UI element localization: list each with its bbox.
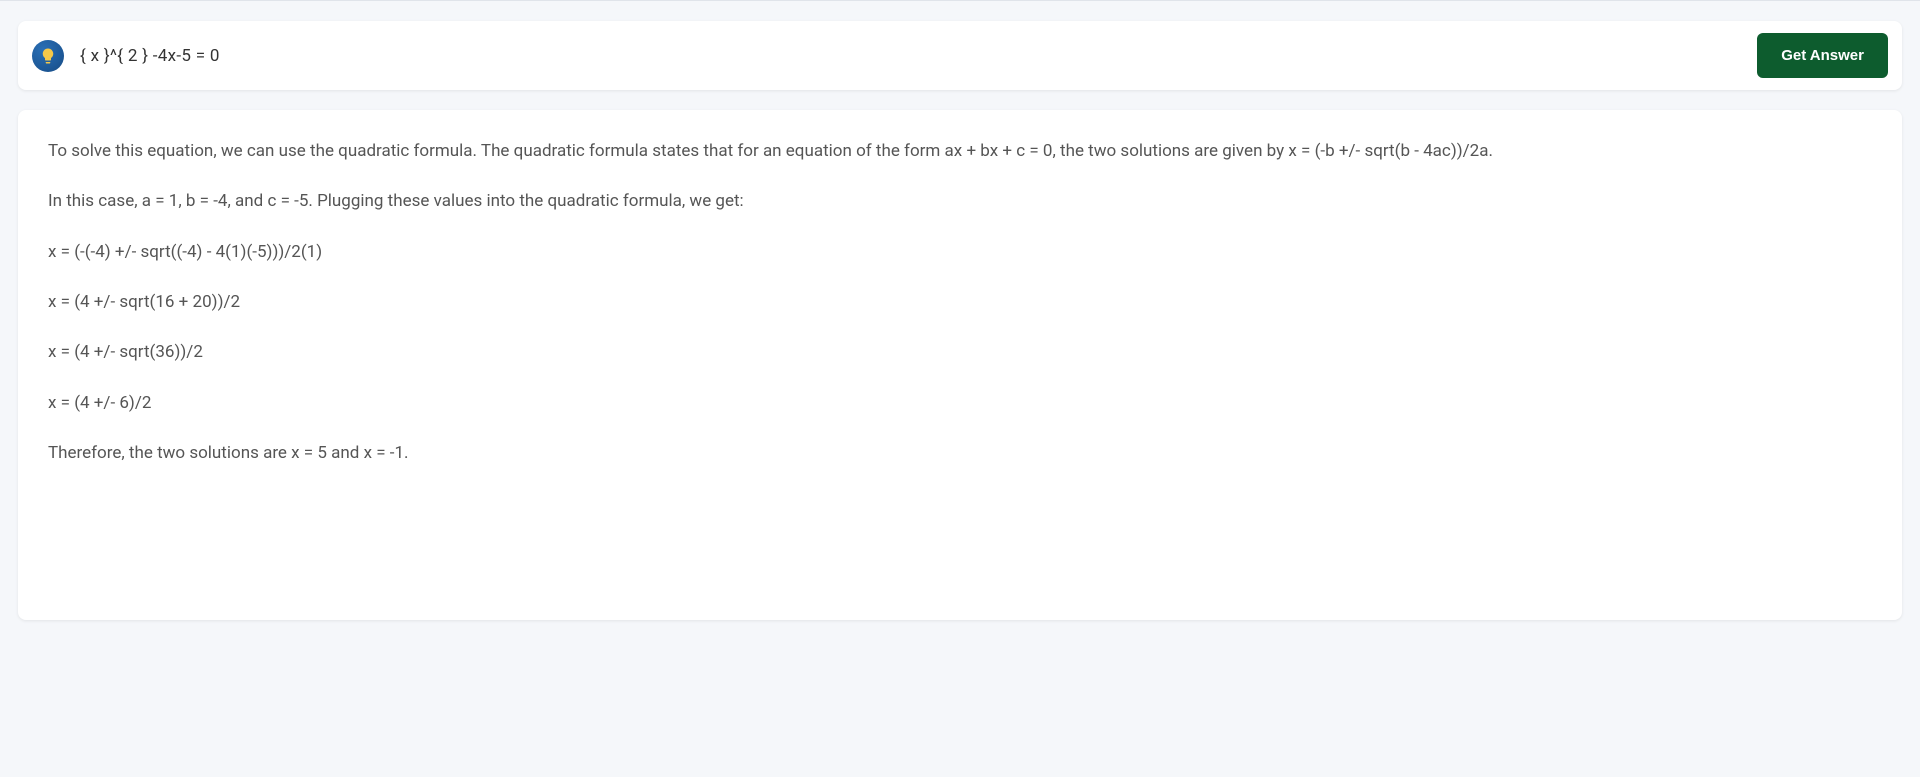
answer-paragraph: x = (4 +/- 6)/2 <box>48 390 1872 416</box>
answer-paragraph: In this case, a = 1, b = -4, and c = -5.… <box>48 188 1872 214</box>
get-answer-button[interactable]: Get Answer <box>1757 33 1888 78</box>
app-logo <box>32 40 64 72</box>
answer-paragraph: x = (4 +/- sqrt(16 + 20))/2 <box>48 289 1872 315</box>
answer-content-card: To solve this equation, we can use the q… <box>18 110 1902 620</box>
answer-paragraph: x = (4 +/- sqrt(36))/2 <box>48 339 1872 365</box>
query-header-card: { x }^{ 2 } -4x-5 = 0 Get Answer <box>18 21 1902 90</box>
answer-paragraph: Therefore, the two solutions are x = 5 a… <box>48 440 1872 466</box>
answer-paragraph: To solve this equation, we can use the q… <box>48 138 1872 164</box>
query-text: { x }^{ 2 } -4x-5 = 0 <box>80 46 1741 66</box>
answer-paragraph: x = (-(-4) +/- sqrt((-4) - 4(1)(-5)))/2(… <box>48 239 1872 265</box>
lightbulb-icon <box>39 47 57 65</box>
